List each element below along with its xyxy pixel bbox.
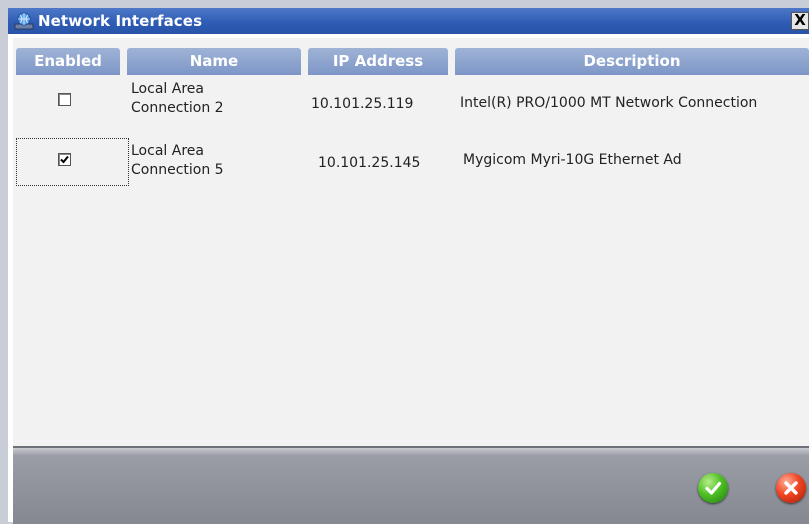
- interface-name-line2: Connection 2: [131, 100, 224, 116]
- window-title: Network Interfaces: [38, 12, 203, 30]
- button-bar: [13, 446, 809, 524]
- title-bar[interactable]: Network Interfaces X: [8, 8, 809, 34]
- dialog-body: Enabled Name IP Address Description Loca…: [8, 34, 809, 524]
- interface-name-line1: Local Area: [131, 143, 204, 159]
- interface-name-line1: Local Area: [131, 81, 204, 97]
- interface-name: Local Area Connection 2: [131, 80, 224, 118]
- network-interfaces-dialog: Network Interfaces X Enabled Name IP Add…: [0, 0, 809, 524]
- interfaces-table: Enabled Name IP Address Description Loca…: [13, 38, 809, 451]
- interface-name: Local Area Connection 5: [131, 142, 224, 180]
- close-button[interactable]: X: [791, 12, 809, 30]
- column-header-description[interactable]: Description: [455, 48, 809, 75]
- green-check-icon: [705, 481, 722, 495]
- ip-address: 10.101.25.119: [311, 96, 414, 112]
- checkmark-icon: [60, 155, 69, 164]
- enabled-checkbox[interactable]: [58, 153, 71, 166]
- interface-description: Intel(R) PRO/1000 MT Network Connection: [460, 95, 758, 111]
- focus-outline: [16, 138, 129, 186]
- cancel-button[interactable]: [776, 473, 806, 503]
- ip-address: 10.101.25.145: [318, 155, 421, 171]
- interface-name-line2: Connection 5: [131, 162, 224, 178]
- red-x-icon: [784, 481, 798, 495]
- column-header-enabled[interactable]: Enabled: [16, 48, 120, 75]
- ok-button[interactable]: [698, 473, 728, 503]
- enabled-checkbox[interactable]: [58, 93, 71, 106]
- column-header-ip-address[interactable]: IP Address: [308, 48, 448, 75]
- network-globe-icon: [14, 12, 34, 30]
- column-header-name[interactable]: Name: [127, 48, 301, 75]
- interface-description: Mygicom Myri-10G Ethernet Ad: [463, 152, 682, 168]
